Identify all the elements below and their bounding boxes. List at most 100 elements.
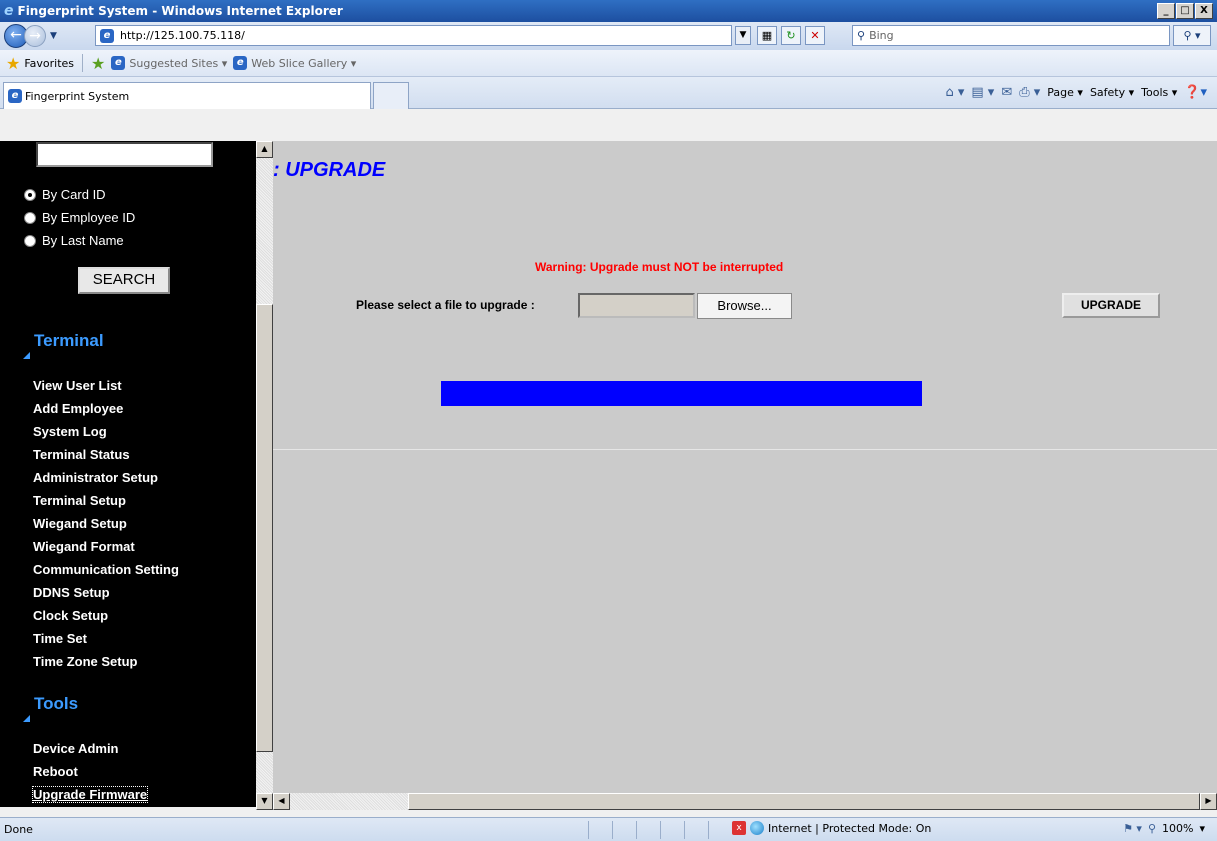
radio-by-last-name[interactable]: By Last Name bbox=[24, 233, 124, 248]
radio-by-card-id[interactable]: By Card ID bbox=[24, 187, 106, 202]
section-marker-icon bbox=[23, 352, 30, 359]
window-title: Fingerprint System - Windows Internet Ex… bbox=[17, 4, 343, 18]
status-right: ⚑ ▾ ⚲ 100% ▾ bbox=[1123, 822, 1205, 835]
left-frame: By Card ID By Employee ID By Last Name S… bbox=[0, 141, 273, 810]
browser-content: By Card ID By Employee ID By Last Name S… bbox=[0, 141, 1217, 817]
maximize-button[interactable]: □ bbox=[1176, 3, 1194, 19]
sidebar-item-reboot[interactable]: Reboot bbox=[33, 764, 78, 779]
status-cell bbox=[612, 821, 632, 839]
internet-globe-icon bbox=[750, 821, 764, 835]
sidebar-item-time-set[interactable]: Time Set bbox=[33, 631, 87, 646]
refresh-icon[interactable]: ↻ bbox=[781, 26, 801, 45]
history-dropdown-icon[interactable]: ▼ bbox=[50, 31, 57, 41]
favorites-button[interactable]: Favorites bbox=[24, 57, 74, 70]
section-marker-icon bbox=[23, 715, 30, 722]
scroll-left-arrow-icon[interactable]: ▼ bbox=[256, 793, 273, 810]
safety-menu[interactable]: Safety ▾ bbox=[1090, 86, 1134, 99]
horizontal-scroll-thumb[interactable] bbox=[408, 793, 1200, 810]
tools-menu[interactable]: Tools ▾ bbox=[1141, 86, 1177, 99]
sidebar-item-terminal-status[interactable]: Terminal Status bbox=[33, 447, 130, 462]
sidebar-item-wiegand-setup[interactable]: Wiegand Setup bbox=[33, 516, 127, 531]
search-button[interactable]: SEARCH bbox=[78, 267, 170, 294]
upgrade-button[interactable]: UPGRADE bbox=[1062, 293, 1160, 318]
sidebar-item-administrator-setup[interactable]: Administrator Setup bbox=[33, 470, 158, 485]
sidebar-search-input[interactable] bbox=[36, 142, 213, 167]
new-tab-button[interactable] bbox=[373, 82, 409, 109]
sidebar-item-time-zone-setup[interactable]: Time Zone Setup bbox=[33, 654, 138, 669]
favorites-star-icon[interactable]: ★ bbox=[6, 54, 20, 73]
close-button[interactable]: X bbox=[1195, 3, 1213, 19]
scroll-up-arrow-icon[interactable]: ▲ bbox=[256, 141, 273, 158]
radio-by-employee-id[interactable]: By Employee ID bbox=[24, 210, 135, 225]
stop-icon[interactable]: ✕ bbox=[805, 26, 825, 45]
sidebar-item-terminal-setup[interactable]: Terminal Setup bbox=[33, 493, 126, 508]
mail-icon[interactable]: ✉ bbox=[1001, 85, 1012, 100]
upgrade-warning: Warning: Upgrade must NOT be interrupted bbox=[535, 260, 784, 274]
web-slice-gallery-link[interactable]: Web Slice Gallery ▾ bbox=[251, 57, 356, 70]
address-url: http://125.100.75.118/ bbox=[120, 29, 245, 42]
sidebar-vertical-scrollbar[interactable]: ▲ ▼ bbox=[256, 141, 273, 810]
zoom-icon[interactable]: ⚲ bbox=[1148, 822, 1156, 835]
search-input[interactable]: ⚲ Bing bbox=[852, 25, 1170, 46]
status-cell bbox=[588, 821, 608, 839]
minimize-button[interactable]: _ bbox=[1157, 3, 1175, 19]
suggested-sites-icon: e bbox=[111, 56, 126, 70]
sidebar-item-clock-setup[interactable]: Clock Setup bbox=[33, 608, 108, 623]
command-bar: ⌂ ▾ ▤ ▾ ✉ ⎙ ▾ Page ▾ Safety ▾ Tools ▾ ❓▾ bbox=[945, 85, 1207, 100]
feeds-icon[interactable]: ▤ ▾ bbox=[971, 85, 994, 100]
security-zone[interactable]: x Internet | Protected Mode: On bbox=[732, 821, 931, 835]
sidebar-item-device-admin[interactable]: Device Admin bbox=[33, 741, 119, 756]
page-icon: e bbox=[100, 28, 114, 43]
scroll-right-arrow-icon[interactable]: ▶ bbox=[1200, 793, 1217, 810]
protected-mode-icon[interactable]: ⚑ ▾ bbox=[1123, 822, 1142, 835]
sidebar-item-wiegand-format[interactable]: Wiegand Format bbox=[33, 539, 135, 554]
web-slice-icon: e bbox=[233, 56, 248, 70]
sidebar-item-ddns-setup[interactable]: DDNS Setup bbox=[33, 585, 110, 600]
page-menu[interactable]: Page ▾ bbox=[1047, 86, 1083, 99]
title-fragment: : bbox=[273, 159, 286, 181]
suggested-sites-link[interactable]: Suggested Sites ▾ bbox=[129, 57, 227, 70]
home-icon[interactable]: ⌂ ▾ bbox=[945, 85, 964, 100]
sidebar-item-upgrade-firmware[interactable]: Upgrade Firmware bbox=[31, 786, 149, 803]
address-dropdown-icon[interactable]: ▼ bbox=[735, 26, 751, 45]
scroll-thumb[interactable] bbox=[256, 304, 273, 752]
horizontal-scrollbar[interactable]: ▼ ◀ ▶ bbox=[256, 793, 1217, 810]
sidebar-item-communication-setting[interactable]: Communication Setting bbox=[33, 562, 179, 577]
favorites-separator bbox=[82, 54, 84, 72]
status-cell bbox=[708, 821, 728, 839]
file-select-label: Please select a file to upgrade : bbox=[356, 298, 535, 312]
sidebar-item-add-employee[interactable]: Add Employee bbox=[33, 401, 123, 416]
scroll-left-arrow-icon[interactable]: ◀ bbox=[273, 793, 290, 810]
zoom-dropdown-icon[interactable]: ▾ bbox=[1199, 822, 1205, 835]
page-title: : UPGRADE bbox=[273, 159, 385, 182]
ie-logo-icon: e bbox=[4, 3, 14, 19]
status-cell bbox=[684, 821, 704, 839]
radio-label: By Card ID bbox=[42, 187, 106, 202]
add-favorite-icon[interactable]: ★ bbox=[91, 54, 105, 73]
zone-label: Internet | Protected Mode: On bbox=[768, 821, 932, 835]
search-placeholder: Bing bbox=[869, 29, 894, 42]
browse-button[interactable]: Browse... bbox=[697, 293, 792, 319]
file-path-input[interactable] bbox=[578, 293, 695, 318]
radio-button[interactable] bbox=[24, 211, 36, 224]
address-row: ← → ▼ e http://125.100.75.118/ ▼ ▦ ↻ ✕ ⚲… bbox=[0, 22, 1217, 50]
radio-label: By Last Name bbox=[42, 233, 124, 248]
sidebar-item-system-log[interactable]: System Log bbox=[33, 424, 107, 439]
forward-button[interactable]: → bbox=[24, 25, 46, 47]
help-icon[interactable]: ❓▾ bbox=[1184, 85, 1207, 100]
blocked-content-icon[interactable]: x bbox=[732, 821, 746, 835]
print-icon[interactable]: ⎙ ▾ bbox=[1019, 85, 1040, 100]
upgrade-progress-bar bbox=[441, 381, 922, 406]
compatibility-icon[interactable]: ▦ bbox=[757, 26, 777, 45]
radio-button[interactable] bbox=[24, 188, 36, 201]
tools-heading: Tools bbox=[34, 694, 79, 713]
tab-page-icon: e bbox=[8, 89, 22, 103]
terminal-heading: Terminal bbox=[34, 331, 104, 350]
search-go-button[interactable]: ⚲ ▾ bbox=[1173, 25, 1211, 46]
address-bar[interactable]: e http://125.100.75.118/ bbox=[95, 25, 732, 46]
zoom-level[interactable]: 100% bbox=[1162, 822, 1193, 835]
sidebar-item-view-user-list[interactable]: View User List bbox=[33, 378, 122, 393]
radio-button[interactable] bbox=[24, 234, 36, 247]
search-icon: ⚲ bbox=[857, 29, 866, 42]
tab-fingerprint-system[interactable]: e Fingerprint System bbox=[3, 82, 371, 109]
